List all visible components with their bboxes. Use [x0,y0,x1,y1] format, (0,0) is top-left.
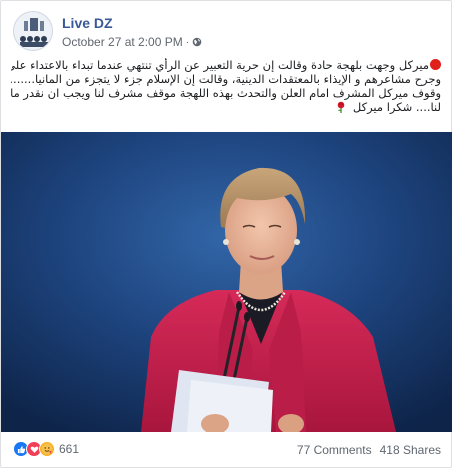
rose-icon [337,101,345,113]
comments-count-link[interactable]: 77 Comments [297,443,372,457]
page-logo-icon [14,12,52,50]
engagement-stats: 77 Comments 418 Shares [297,443,441,457]
post-text-line-3: وقوف ميركل المشرف امام العلن والتحدث بهذ… [11,86,441,100]
globe-icon[interactable] [192,37,202,47]
page-avatar[interactable] [13,11,53,51]
meta-separator: · [185,36,190,48]
post-text-line-4: لنا.... شكرا ميركل [11,100,441,114]
shares-count-link[interactable]: 418 Shares [380,443,441,457]
reactions-summary[interactable]: 661 [13,441,79,457]
post-footer: 661 77 Comments 418 Shares [13,441,441,461]
photo-illustration [1,132,452,432]
post-header: Live DZ October 27 at 2:00 PM · [13,11,433,53]
post-card: Live DZ October 27 at 2:00 PM · ميركل وج… [0,0,452,468]
post-text: ميركل وجهت بلهجة حادة وقالت إن حرية التع… [11,58,441,114]
page-name-link[interactable]: Live DZ [62,15,113,31]
post-text-line-2: وجرح مشاعرهم و الإيذاء بالمعتقدات الديني… [11,72,441,86]
red-circle-icon [430,59,441,70]
post-text-line-4-content: لنا.... شكرا ميركل [352,100,441,114]
care-icon [39,441,55,457]
post-text-line-1: ميركل وجهت بلهجة حادة وقالت إن حرية التع… [11,58,441,72]
reaction-count: 661 [59,442,80,456]
post-timestamp[interactable]: October 27 at 2:00 PM [62,35,183,49]
post-text-line-1-content: ميركل وجهت بلهجة حادة وقالت إن حرية التع… [11,58,429,72]
post-meta: October 27 at 2:00 PM · [62,35,202,49]
post-photo[interactable] [1,132,452,432]
